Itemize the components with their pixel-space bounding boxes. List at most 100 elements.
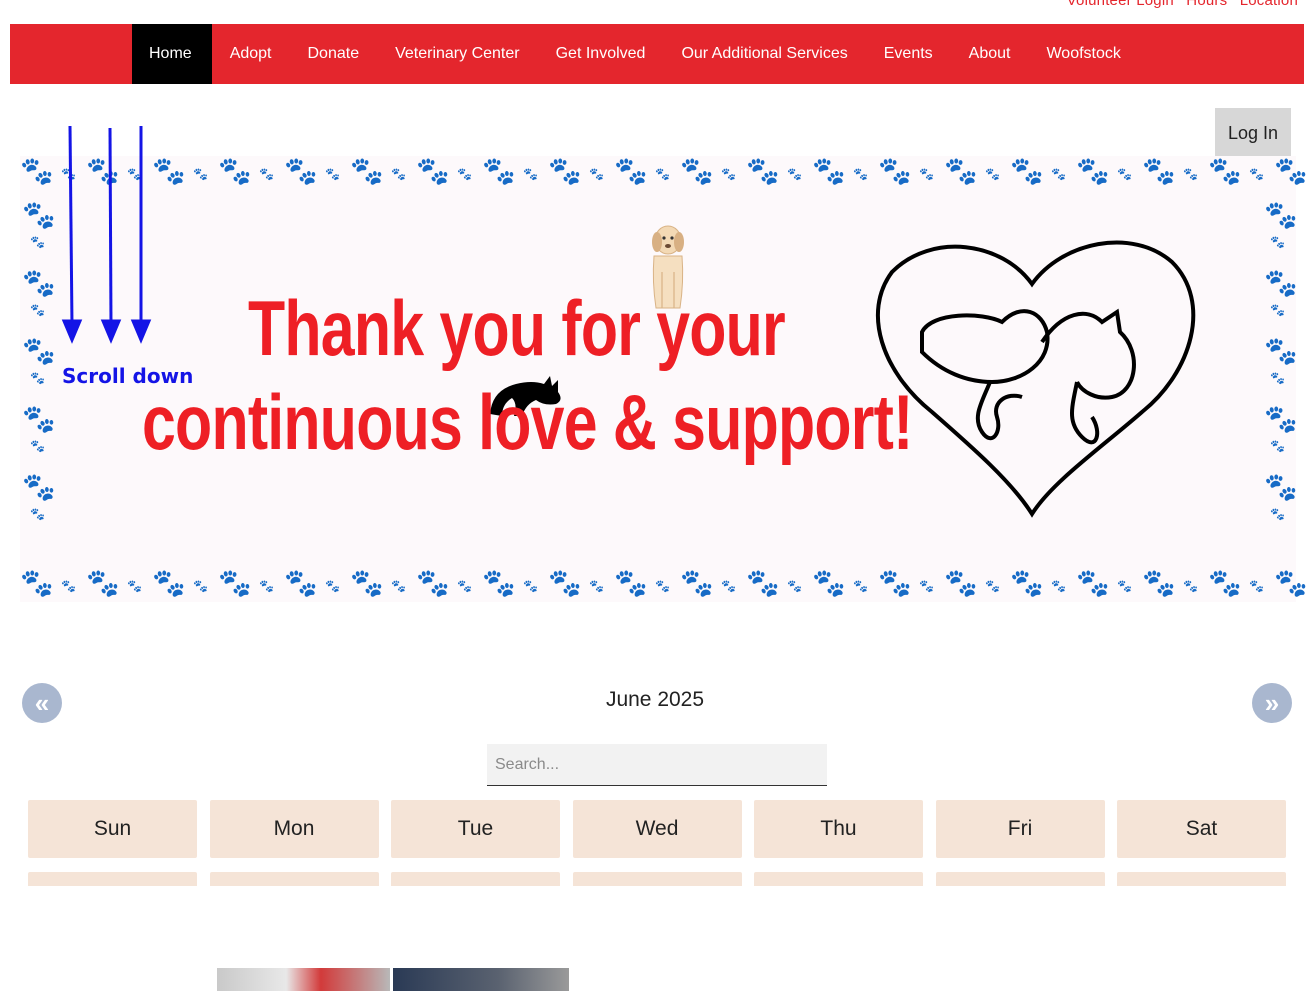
calendar-day-cell[interactable] [391, 872, 560, 886]
nav-home[interactable]: Home [132, 24, 212, 84]
paw-print-icon: 🐾 [350, 568, 384, 598]
paw-print-icon: 🐾 [1010, 568, 1044, 598]
paw-print-icon: 🐾 [944, 568, 978, 598]
weekday-mon: Mon [209, 800, 379, 858]
paw-print-icon: 🐾 [1249, 167, 1264, 181]
paw-print-icon: 🐾 [655, 167, 670, 181]
paw-print-icon: 🐾 [20, 156, 54, 186]
paw-print-icon: 🐾 [919, 167, 934, 181]
paw-print-icon: 🐾 [680, 156, 714, 186]
paw-print-icon: 🐾 [1270, 303, 1285, 317]
weekday-header: Sun Mon Tue Wed Thu Fri Sat [28, 800, 1299, 858]
main-nav: Home Adopt Donate Veterinary Center Get … [10, 24, 1304, 84]
utility-links: Volunteer Login Hours Location [1059, 0, 1298, 9]
paw-print-icon: 🐾 [1270, 507, 1285, 521]
paw-print-icon: 🐾 [1270, 371, 1285, 385]
paw-print-icon: 🐾 [86, 568, 120, 598]
weekday-sat: Sat [1117, 800, 1286, 858]
paw-print-icon: 🐾 [22, 472, 56, 502]
paw-print-icon: 🐾 [1051, 579, 1066, 593]
nav-events[interactable]: Events [866, 24, 951, 84]
paw-print-icon: 🐾 [1010, 156, 1044, 186]
calendar-day-cell[interactable] [754, 872, 923, 886]
paw-print-icon: 🐾 [878, 156, 912, 186]
paw-print-icon: 🐾 [919, 579, 934, 593]
paw-print-icon: 🐾 [1249, 579, 1264, 593]
calendar-day-cell[interactable] [1117, 872, 1286, 886]
paw-print-icon: 🐾 [30, 371, 45, 385]
paw-print-icon: 🐾 [1264, 268, 1298, 298]
paw-print-icon: 🐾 [614, 156, 648, 186]
paw-print-icon: 🐾 [1264, 200, 1298, 230]
paw-print-icon: 🐾 [944, 156, 978, 186]
paw-print-icon: 🐾 [589, 167, 604, 181]
hours-link[interactable]: Hours [1186, 0, 1227, 9]
paw-print-icon: 🐾 [1264, 336, 1298, 366]
paw-print-icon: 🐾 [1117, 579, 1132, 593]
paw-print-icon: 🐾 [416, 156, 450, 186]
paw-print-icon: 🐾 [746, 156, 780, 186]
nav-additional-services[interactable]: Our Additional Services [663, 24, 865, 84]
weekday-sun: Sun [28, 800, 197, 858]
scroll-arrows [61, 126, 152, 344]
paw-print-icon: 🐾 [1051, 167, 1066, 181]
gallery-photo[interactable] [393, 968, 569, 991]
paw-print-icon: 🐾 [655, 579, 670, 593]
paw-print-icon: 🐾 [1274, 568, 1308, 598]
calendar-search-input[interactable] [487, 744, 827, 786]
paw-print-icon: 🐾 [284, 156, 318, 186]
paw-print-icon: 🐾 [853, 579, 868, 593]
calendar-day-cell[interactable] [935, 872, 1105, 886]
calendar-day-cell[interactable] [572, 872, 742, 886]
weekday-thu: Thu [754, 800, 923, 858]
nav-woofstock[interactable]: Woofstock [1028, 24, 1138, 84]
calendar-day-cell[interactable] [209, 872, 379, 886]
paw-print-icon: 🐾 [721, 579, 736, 593]
nav-adopt[interactable]: Adopt [212, 24, 290, 84]
volunteer-login-link[interactable]: Volunteer Login [1067, 0, 1174, 9]
nav-donate[interactable]: Donate [290, 24, 378, 84]
paw-print-icon: 🐾 [746, 568, 780, 598]
scroll-hint: Scroll down [62, 364, 194, 388]
paw-print-icon: 🐾 [878, 568, 912, 598]
paw-print-icon: 🐾 [1142, 568, 1176, 598]
nav-veterinary-center[interactable]: Veterinary Center [377, 24, 538, 84]
paw-print-icon: 🐾 [218, 156, 252, 186]
paw-print-icon: 🐾 [30, 303, 45, 317]
paw-print-icon: 🐾 [548, 568, 582, 598]
paw-print-icon: 🐾 [30, 439, 45, 453]
paw-print-icon: 🐾 [325, 579, 340, 593]
paw-print-icon: 🐾 [20, 568, 54, 598]
weekday-fri: Fri [935, 800, 1105, 858]
location-link[interactable]: Location [1240, 0, 1298, 9]
paw-print-icon: 🐾 [482, 568, 516, 598]
calendar-day-cell[interactable] [28, 872, 197, 886]
paw-print-icon: 🐾 [152, 568, 186, 598]
calendar-week-row [28, 872, 1299, 886]
nav-about[interactable]: About [951, 24, 1029, 84]
paw-print-icon: 🐾 [985, 167, 1000, 181]
next-month-button[interactable]: » [1252, 683, 1292, 723]
paw-print-icon: 🐾 [548, 156, 582, 186]
paw-print-icon: 🐾 [193, 167, 208, 181]
weekday-wed: Wed [572, 800, 742, 858]
paw-print-icon: 🐾 [259, 167, 274, 181]
paw-print-icon: 🐾 [22, 268, 56, 298]
paw-print-icon: 🐾 [218, 568, 252, 598]
paw-print-icon: 🐾 [1208, 568, 1242, 598]
paw-print-icon: 🐾 [1183, 167, 1198, 181]
paw-print-icon: 🐾 [1076, 156, 1110, 186]
paw-print-icon: 🐾 [482, 156, 516, 186]
gallery-photo[interactable] [217, 968, 390, 991]
paw-print-icon: 🐾 [1183, 579, 1198, 593]
nav-get-involved[interactable]: Get Involved [538, 24, 664, 84]
paw-print-icon: 🐾 [1076, 568, 1110, 598]
paw-print-icon: 🐾 [1270, 439, 1285, 453]
paw-print-icon: 🐾 [853, 167, 868, 181]
paw-print-icon: 🐾 [787, 579, 802, 593]
paw-print-icon: 🐾 [350, 156, 384, 186]
paw-print-icon: 🐾 [1264, 472, 1298, 502]
paw-print-icon: 🐾 [1208, 156, 1242, 186]
paw-print-icon: 🐾 [812, 568, 846, 598]
login-button[interactable]: Log In [1215, 108, 1291, 158]
